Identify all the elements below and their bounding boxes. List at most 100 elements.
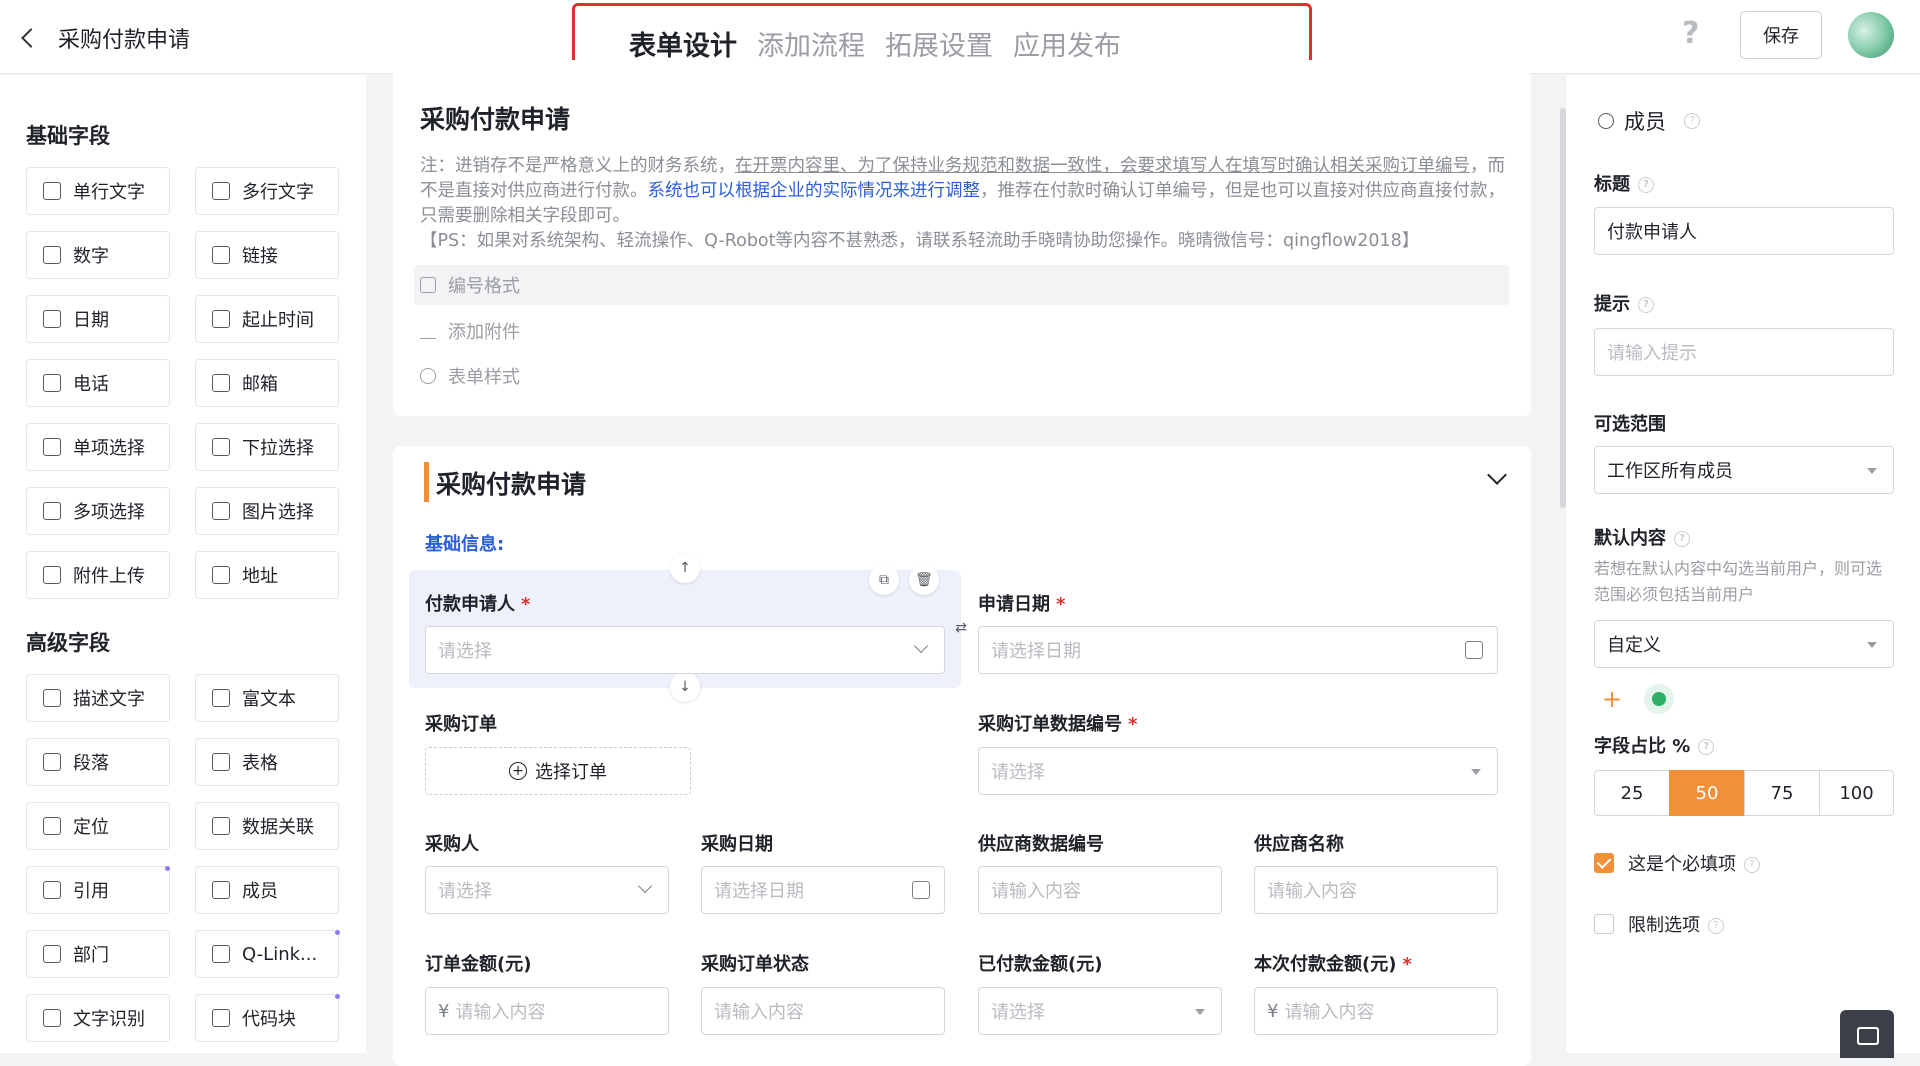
address-icon (212, 566, 230, 584)
palette-item-ocr[interactable]: 文字识别 (26, 994, 170, 1042)
dropdown-icon (212, 438, 230, 456)
palette-item-upload[interactable]: 附件上传 (26, 551, 170, 599)
title-input[interactable]: 付款申请人 (1594, 207, 1894, 255)
paid-amount-select[interactable]: 请选择 (978, 987, 1222, 1035)
help-icon[interactable]: ? (1638, 177, 1654, 193)
app-title: 采购付款申请 (58, 28, 191, 53)
current-payment-input[interactable]: ¥ 请输入内容 (1254, 987, 1498, 1035)
palette-item-code[interactable]: 代码块 (195, 994, 339, 1042)
upload-icon (43, 566, 61, 584)
member-icon (212, 881, 230, 899)
palette-item-checkbox[interactable]: 多项选择 (26, 487, 170, 535)
palette-item-time-range[interactable]: 起止时间 (195, 295, 339, 343)
palette-item-department[interactable]: 部门 (26, 930, 170, 978)
add-attachment-option[interactable]: 添加附件 (414, 311, 1509, 351)
palette-item-data-link[interactable]: 数据关联 (195, 802, 339, 850)
palette-item-location[interactable]: 定位 (26, 802, 170, 850)
chat-support-button[interactable] (1840, 1010, 1894, 1058)
palette-item-label: 日期 (73, 310, 109, 331)
default-label: 默认内容? (1594, 524, 1690, 550)
apply-date-picker[interactable]: 请选择日期 (978, 626, 1498, 674)
back-button[interactable]: 采购付款申请 (21, 22, 191, 54)
palette-item-table[interactable]: 表格 (195, 738, 339, 786)
tab-publish[interactable]: 应用发布 (1013, 24, 1121, 63)
copy-icon[interactable]: ⧉ (869, 565, 899, 595)
badge-dot (165, 866, 170, 871)
tab-extend-settings[interactable]: 拓展设置 (885, 24, 993, 63)
purchase-date-picker[interactable]: 请选择日期 (701, 866, 945, 914)
palette-item-single-line-text[interactable]: 单行文字 (26, 167, 170, 215)
supplier-name-input[interactable]: 请输入内容 (1254, 866, 1498, 914)
palette-item-address[interactable]: 地址 (195, 551, 339, 599)
select-order-button[interactable]: + 选择订单 (425, 747, 691, 795)
palette-item-description[interactable]: 描述文字 (26, 674, 170, 722)
range-select[interactable]: 工作区所有成员 (1594, 446, 1894, 494)
palette-item-link[interactable]: 链接 (195, 231, 339, 279)
palette-item-paragraph[interactable]: 段落 (26, 738, 170, 786)
help-icon[interactable]: ? (1708, 918, 1724, 934)
form-title[interactable]: 采购付款申请 (420, 100, 570, 136)
help-icon[interactable]: ? (1698, 739, 1715, 755)
tab-form-design[interactable]: 表单设计 (629, 24, 737, 63)
form-description[interactable]: 注：进销存不是严格意义上的财务系统，在开票内容里、为了保持业务规范和数据一致性，… (420, 154, 1505, 254)
number-format-option[interactable]: 编号格式 (414, 265, 1509, 305)
width-option-75[interactable]: 75 (1744, 770, 1820, 816)
palette-item-member[interactable]: 成员 (195, 866, 339, 914)
help-icon[interactable]: ? (1684, 113, 1700, 129)
user-avatar-icon[interactable] (1644, 684, 1674, 714)
help-icon[interactable]: ? (1744, 857, 1760, 873)
palette-item-phone[interactable]: 电话 (26, 359, 170, 407)
order-amount-input[interactable]: ¥ 请输入内容 (425, 987, 669, 1035)
reference-icon (43, 881, 61, 899)
width-option-50[interactable]: 50 (1669, 770, 1745, 816)
applicant-select[interactable]: 请选择 (425, 626, 945, 674)
palette-item-email[interactable]: 邮箱 (195, 359, 339, 407)
palette-item-rich-text[interactable]: 富文本 (195, 674, 339, 722)
help-icon[interactable]: ? (1638, 297, 1654, 313)
field-label-po-status: 采购订单状态 (701, 954, 809, 975)
hint-input[interactable]: 请输入提示 (1594, 328, 1894, 376)
po-status-input[interactable]: 请输入内容 (701, 987, 945, 1035)
palette-item-q-link[interactable]: Q-Link... (195, 930, 339, 978)
arrow-down-icon[interactable]: ↓ (670, 672, 700, 702)
q-link-icon (212, 945, 230, 963)
form-style-option[interactable]: 表单样式 (414, 356, 1509, 396)
palette-item-label: 部门 (73, 945, 109, 966)
delete-icon[interactable]: 🗑 (909, 565, 939, 595)
palette-item-reference[interactable]: 引用 (26, 866, 170, 914)
tab-add-flow[interactable]: 添加流程 (757, 24, 865, 63)
palette-item-date[interactable]: 日期 (26, 295, 170, 343)
section-title[interactable]: 采购付款申请 (436, 465, 586, 501)
palette-item-dropdown[interactable]: 下拉选择 (195, 423, 339, 471)
swap-icon[interactable]: ⇄ (946, 613, 976, 643)
palette-item-label: 数据关联 (242, 817, 314, 838)
help-icon[interactable]: ? (1682, 16, 1708, 51)
field-label-supplier-no: 供应商数据编号 (978, 834, 1104, 855)
palette-item-image-select[interactable]: 图片选择 (195, 487, 339, 535)
field-label-purchase-order: 采购订单 (425, 714, 497, 735)
arrow-up-icon[interactable]: ↑ (670, 553, 700, 583)
limit-options-label: 限制选项? (1628, 911, 1724, 937)
member-icon (1598, 113, 1614, 129)
save-button[interactable]: 保存 (1740, 11, 1822, 59)
limit-options-checkbox[interactable] (1594, 914, 1614, 934)
avatar[interactable] (1848, 12, 1894, 58)
width-option-100[interactable]: 100 (1819, 770, 1894, 816)
link-icon (212, 246, 230, 264)
add-icon[interactable]: + (1598, 686, 1626, 714)
description-icon (43, 689, 61, 707)
help-icon[interactable]: ? (1674, 531, 1690, 547)
po-number-select[interactable]: 请选择 (978, 747, 1498, 795)
title-label: 标题? (1594, 170, 1654, 196)
calendar-icon (912, 881, 930, 899)
field-label-po-number: 采购订单数据编号 * (978, 714, 1138, 735)
default-select[interactable]: 自定义 (1594, 620, 1894, 668)
buyer-select[interactable]: 请选择 (425, 866, 669, 914)
palette-item-number[interactable]: 数字 (26, 231, 170, 279)
width-option-25[interactable]: 25 (1594, 770, 1670, 816)
palette-item-radio[interactable]: 单项选择 (26, 423, 170, 471)
palette-item-multi-line-text[interactable]: 多行文字 (195, 167, 339, 215)
chevron-down-icon (913, 638, 929, 654)
supplier-no-input[interactable]: 请输入内容 (978, 866, 1222, 914)
required-checkbox[interactable] (1594, 853, 1614, 873)
